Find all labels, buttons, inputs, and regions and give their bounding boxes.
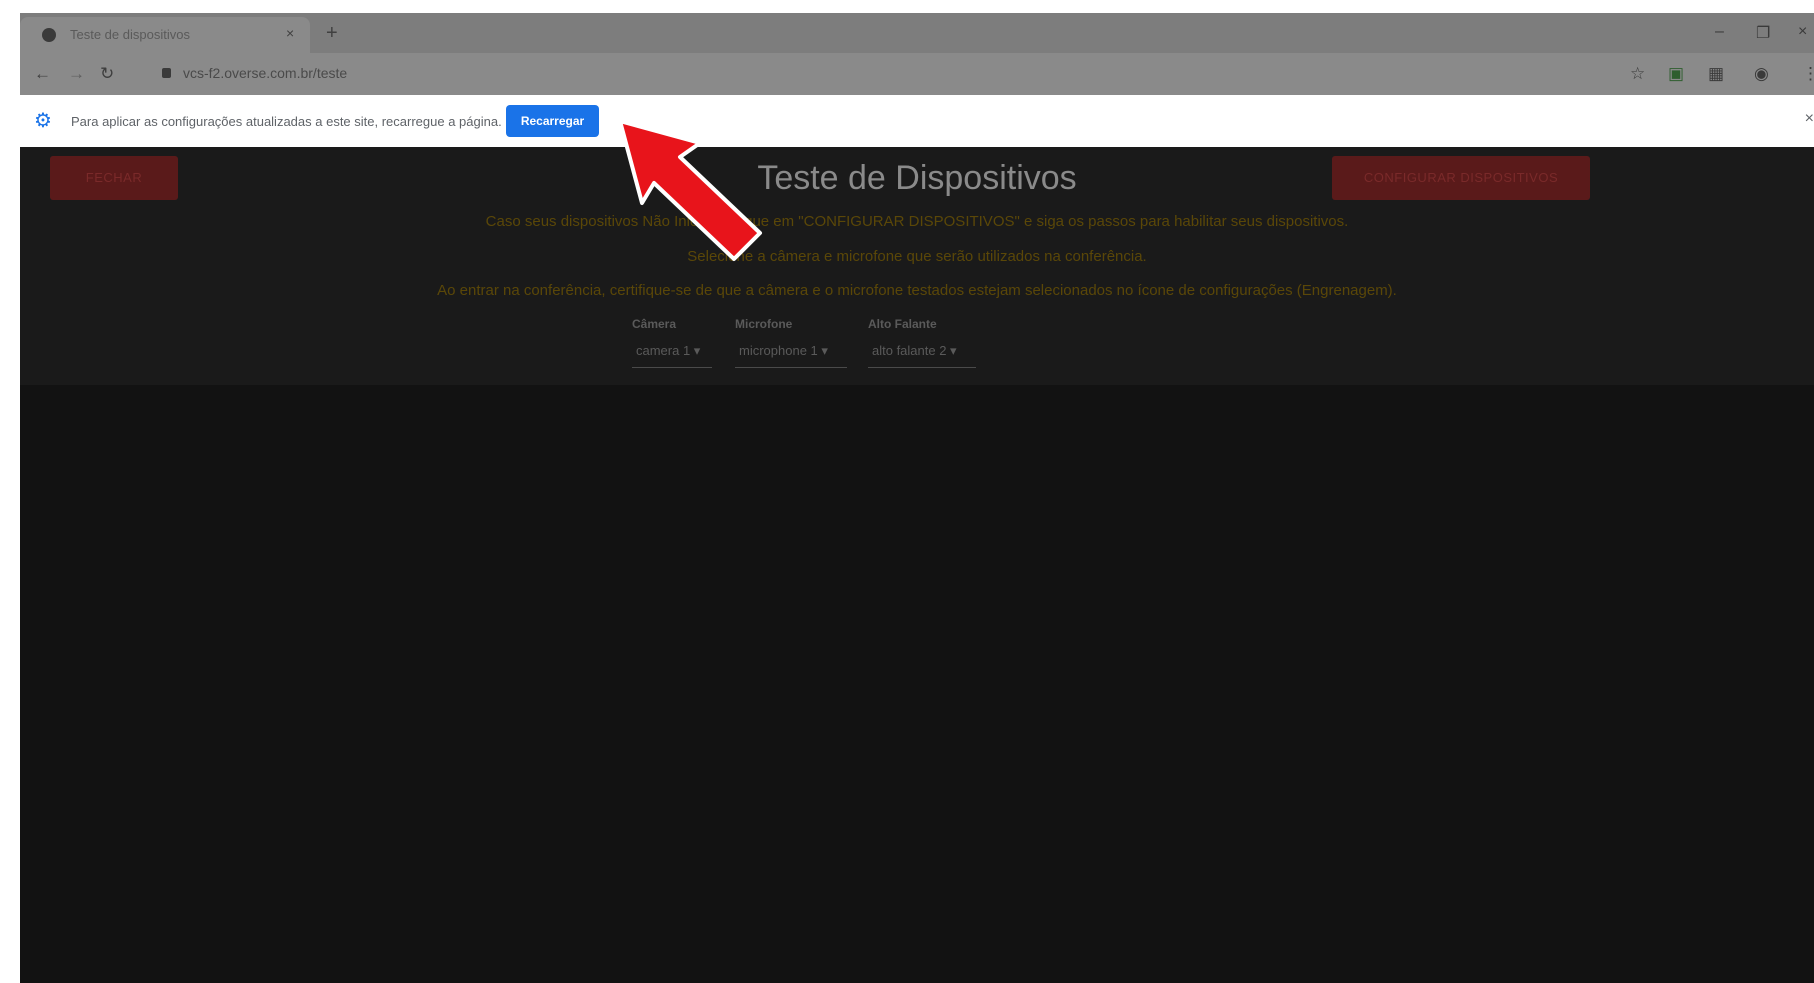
lock-icon xyxy=(162,68,171,78)
tab-active[interactable]: Teste de dispositivos × xyxy=(20,17,310,53)
new-tab-icon[interactable]: + xyxy=(326,23,338,43)
annotation-arrow-icon xyxy=(620,121,762,261)
reload-icon[interactable]: ↻ xyxy=(100,64,114,84)
reload-infobar: ⚙ Para aplicar as configurações atualiza… xyxy=(20,95,1814,147)
minimize-icon[interactable]: – xyxy=(1715,23,1724,41)
star-icon[interactable]: ☆ xyxy=(1630,64,1645,84)
gear-icon: ⚙ xyxy=(34,110,52,132)
maximize-icon[interactable]: ❐ xyxy=(1756,23,1770,43)
back-icon[interactable]: ← xyxy=(34,64,51,84)
tab-close-icon[interactable]: × xyxy=(286,25,294,41)
camera-permission-icon[interactable]: ▣ xyxy=(1668,64,1684,84)
device-test-panel: FECHAR CONFIGURAR DISPOSITIVOS Teste de … xyxy=(20,147,1814,385)
browser-window: Teste de dispositivos × + – ❐ × ← → ↻ vc… xyxy=(20,13,1814,983)
infobar-message: Para aplicar as configurações atualizada… xyxy=(71,114,502,129)
page-content: FECHAR CONFIGURAR DISPOSITIVOS Teste de … xyxy=(20,147,1814,983)
address-toolbar: ← → ↻ vcs-f2.overse.com.br/teste ☆ ▣ ▦ ◉… xyxy=(20,53,1814,95)
tab-title: Teste de dispositivos xyxy=(70,27,190,42)
tab-strip: Teste de dispositivos × + – ❐ × xyxy=(20,13,1814,53)
address-bar[interactable]: vcs-f2.overse.com.br/teste xyxy=(183,65,347,81)
extensions-icon[interactable]: ▦ xyxy=(1708,64,1724,84)
speaker-select[interactable]: alto falante 2 ▾ xyxy=(868,340,976,368)
menu-icon[interactable]: ⋮ xyxy=(1802,64,1814,84)
instruction-text: Ao entrar na conferência, certifique-se … xyxy=(437,282,1397,299)
microphone-label: Microfone xyxy=(735,317,793,331)
globe-icon xyxy=(42,28,56,42)
page-title: Teste de Dispositivos xyxy=(757,159,1077,197)
forward-icon[interactable]: → xyxy=(68,64,85,84)
window-close-icon[interactable]: × xyxy=(1798,23,1807,41)
speaker-label: Alto Falante xyxy=(868,317,937,331)
camera-select[interactable]: camera 1 ▾ xyxy=(632,340,712,368)
microphone-select[interactable]: microphone 1 ▾ xyxy=(735,340,847,368)
camera-label: Câmera xyxy=(632,317,677,331)
reload-button[interactable]: Recarregar xyxy=(506,105,599,137)
infobar-close-icon[interactable]: × xyxy=(1805,110,1814,128)
instruction-text: Selecione a câmera e microfone que serão… xyxy=(687,248,1147,265)
instruction-text: Caso seus dispositivos Não Iniciem, cliq… xyxy=(485,213,1349,230)
profile-icon[interactable]: ◉ xyxy=(1754,64,1769,84)
